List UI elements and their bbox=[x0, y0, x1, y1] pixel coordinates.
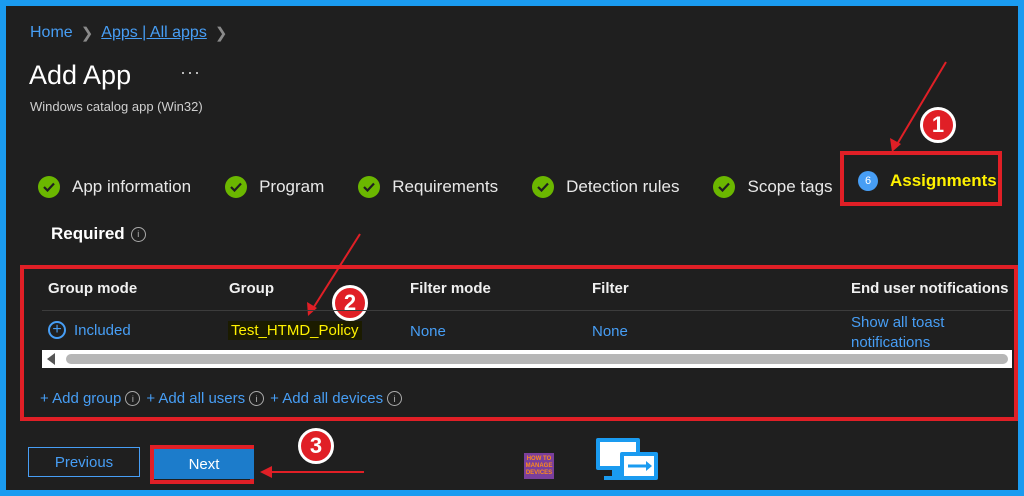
filter-mode-cell[interactable]: None bbox=[410, 323, 446, 340]
column-header-group-mode: Group mode bbox=[48, 280, 138, 297]
info-icon: i bbox=[387, 391, 403, 406]
plus-circle-icon: + bbox=[48, 321, 66, 339]
callout-badge-3: 3 bbox=[298, 428, 334, 464]
step-label: App information bbox=[72, 177, 192, 196]
add-all-users-link[interactable]: + Add all users i bbox=[146, 390, 265, 407]
checkmark-icon bbox=[358, 176, 381, 198]
scroll-left-icon[interactable] bbox=[47, 353, 55, 365]
group-mode-cell[interactable]: + Included bbox=[48, 321, 131, 339]
info-icon: i bbox=[249, 391, 265, 406]
step-scope-tags[interactable]: Scope tags bbox=[713, 176, 833, 198]
checkmark-icon bbox=[225, 176, 248, 198]
column-header-end-user-notifications: End user notifications bbox=[851, 280, 1009, 297]
checkmark-icon bbox=[532, 176, 555, 198]
notifications-cell[interactable]: Show all toast notifications bbox=[851, 313, 944, 353]
step-label: Requirements bbox=[392, 177, 499, 196]
add-actions: + Add group i + Add all users i + Add all … bbox=[40, 390, 403, 407]
header-divider bbox=[42, 310, 1012, 311]
next-button[interactable]: Next bbox=[154, 449, 254, 479]
column-header-group: Group bbox=[229, 280, 274, 297]
scrollbar-thumb[interactable] bbox=[66, 354, 1008, 364]
callout-badge-1: 1 bbox=[920, 107, 956, 143]
step-label: Scope tags bbox=[747, 177, 833, 196]
remote-desktop-logo-icon bbox=[596, 438, 658, 480]
group-mode-value: Included bbox=[74, 321, 131, 339]
wizard-steps: App information Program Requirements Det… bbox=[38, 176, 867, 198]
step-label: Detection rules bbox=[566, 177, 680, 196]
screenshot-frame: Home ❯ Apps | All apps ❯ Add App ··· Win… bbox=[6, 6, 1018, 490]
filter-cell[interactable]: None bbox=[592, 323, 628, 340]
notifications-line-1: Show all toast bbox=[851, 314, 945, 331]
step-requirements[interactable]: Requirements bbox=[358, 176, 498, 198]
add-all-devices-link[interactable]: + Add all devices i bbox=[270, 390, 403, 407]
htmd-logo: HOW TO MANAGE DEVICES bbox=[524, 453, 554, 479]
step-program[interactable]: Program bbox=[225, 176, 324, 198]
step-assignments[interactable]: 6 Assignments bbox=[858, 171, 997, 191]
step-app-information[interactable]: App information bbox=[38, 176, 191, 198]
previous-button[interactable]: Previous bbox=[28, 447, 140, 477]
column-header-filter-mode: Filter mode bbox=[410, 280, 491, 297]
column-header-filter: Filter bbox=[592, 280, 629, 297]
section-title: Required i bbox=[51, 224, 146, 244]
step-label: Assignments bbox=[890, 171, 997, 190]
checkmark-icon bbox=[713, 176, 736, 198]
required-label: Required bbox=[51, 224, 125, 243]
info-icon: i bbox=[125, 391, 141, 406]
group-cell[interactable]: Test_HTMD_Policy bbox=[228, 321, 362, 340]
info-icon[interactable]: i bbox=[130, 226, 146, 242]
step-label: Program bbox=[259, 177, 325, 196]
checkmark-icon bbox=[38, 176, 60, 198]
step-number-badge: 6 bbox=[858, 171, 878, 191]
step-detection-rules[interactable]: Detection rules bbox=[532, 176, 679, 198]
add-group-link[interactable]: + Add group i bbox=[40, 390, 141, 407]
